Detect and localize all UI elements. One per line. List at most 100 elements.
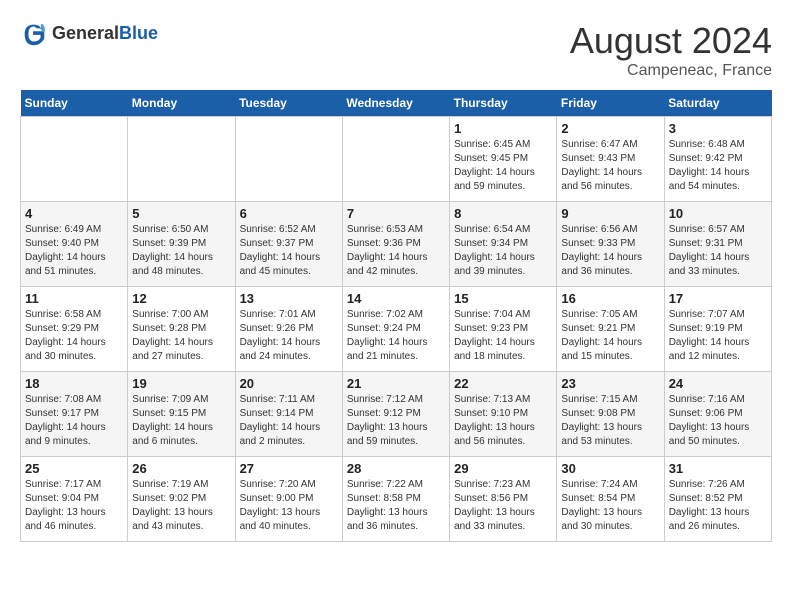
calendar-week-row: 11 Sunrise: 6:58 AM Sunset: 9:29 PM Dayli…: [21, 287, 772, 372]
day-number: 25: [25, 461, 123, 476]
calendar-cell: [128, 117, 235, 202]
day-number: 2: [561, 121, 659, 136]
day-number: 8: [454, 206, 552, 221]
day-info: Sunrise: 6:45 AM Sunset: 9:45 PM Dayligh…: [454, 138, 552, 194]
logo: GeneralBlue: [20, 20, 158, 48]
day-info: Sunrise: 7:11 AM Sunset: 9:14 PM Dayligh…: [240, 393, 338, 449]
day-number: 5: [132, 206, 230, 221]
calendar-cell: 3 Sunrise: 6:48 AM Sunset: 9:42 PM Daylig…: [664, 117, 771, 202]
calendar-cell: 26Sunrise: 7:19 AM Sunset: 9:02 PM Dayli…: [128, 457, 235, 542]
calendar-cell: 29 Sunrise: 7:23 AM Sunset: 8:56 PM Dayli…: [450, 457, 557, 542]
col-header-friday: Friday: [557, 90, 664, 117]
day-info: Sunrise: 7:24 AM Sunset: 8:54 PM Dayligh…: [561, 478, 659, 534]
calendar-cell: 18 Sunrise: 7:08 AM Sunset: 9:17 PM Dayli…: [21, 372, 128, 457]
day-info: Sunrise: 6:48 AM Sunset: 9:42 PM Dayligh…: [669, 138, 767, 194]
day-number: 24: [669, 376, 767, 391]
calendar-cell: 8 Sunrise: 6:54 AM Sunset: 9:34 PM Daylig…: [450, 202, 557, 287]
calendar-cell: 12Sunrise: 7:00 AM Sunset: 9:28 PM Dayli…: [128, 287, 235, 372]
day-info: Sunrise: 7:17 AM Sunset: 9:04 PM Dayligh…: [25, 478, 123, 534]
calendar-table: SundayMondayTuesdayWednesdayThursdayFrid…: [20, 90, 772, 542]
day-number: 13: [240, 291, 338, 306]
col-header-monday: Monday: [128, 90, 235, 117]
day-info: Sunrise: 7:13 AM Sunset: 9:10 PM Dayligh…: [454, 393, 552, 449]
day-number: 11: [25, 291, 123, 306]
day-info: Sunrise: 6:49 AM Sunset: 9:40 PM Dayligh…: [25, 223, 123, 279]
calendar-cell: 25 Sunrise: 7:17 AM Sunset: 9:04 PM Dayli…: [21, 457, 128, 542]
calendar-week-row: 25 Sunrise: 7:17 AM Sunset: 9:04 PM Dayli…: [21, 457, 772, 542]
calendar-cell: 20 Sunrise: 7:11 AM Sunset: 9:14 PM Dayli…: [235, 372, 342, 457]
calendar-header-row: SundayMondayTuesdayWednesdayThursdayFrid…: [21, 90, 772, 117]
month-title: August 2024: [570, 20, 772, 62]
day-info: Sunrise: 6:57 AM Sunset: 9:31 PM Dayligh…: [669, 223, 767, 279]
day-info: Sunrise: 6:47 AM Sunset: 9:43 PM Dayligh…: [561, 138, 659, 194]
day-info: Sunrise: 7:15 AM Sunset: 9:08 PM Dayligh…: [561, 393, 659, 449]
day-info: Sunrise: 6:58 AM Sunset: 9:29 PM Dayligh…: [25, 308, 123, 364]
day-info: Sunrise: 7:08 AM Sunset: 9:17 PM Dayligh…: [25, 393, 123, 449]
day-number: 20: [240, 376, 338, 391]
calendar-cell: 14 Sunrise: 7:02 AM Sunset: 9:24 PM Dayli…: [342, 287, 449, 372]
calendar-cell: 13Sunrise: 7:01 AM Sunset: 9:26 PM Dayli…: [235, 287, 342, 372]
calendar-cell: 16Sunrise: 7:05 AM Sunset: 9:21 PM Dayli…: [557, 287, 664, 372]
calendar-cell: [342, 117, 449, 202]
day-number: 19: [132, 376, 230, 391]
day-number: 31: [669, 461, 767, 476]
day-number: 7: [347, 206, 445, 221]
day-info: Sunrise: 6:56 AM Sunset: 9:33 PM Dayligh…: [561, 223, 659, 279]
col-header-thursday: Thursday: [450, 90, 557, 117]
day-info: Sunrise: 6:52 AM Sunset: 9:37 PM Dayligh…: [240, 223, 338, 279]
col-header-saturday: Saturday: [664, 90, 771, 117]
calendar-cell: [21, 117, 128, 202]
day-info: Sunrise: 7:12 AM Sunset: 9:12 PM Dayligh…: [347, 393, 445, 449]
day-info: Sunrise: 7:07 AM Sunset: 9:19 PM Dayligh…: [669, 308, 767, 364]
page-header: GeneralBlue August 2024 Campeneac, Franc…: [20, 20, 772, 80]
day-number: 1: [454, 121, 552, 136]
col-header-sunday: Sunday: [21, 90, 128, 117]
calendar-cell: 24 Sunrise: 7:16 AM Sunset: 9:06 PM Dayli…: [664, 372, 771, 457]
day-number: 30: [561, 461, 659, 476]
calendar-cell: 1 Sunrise: 6:45 AM Sunset: 9:45 PM Daylig…: [450, 117, 557, 202]
logo-icon: [20, 20, 48, 48]
location-subtitle: Campeneac, France: [570, 62, 772, 80]
day-number: 29: [454, 461, 552, 476]
day-number: 21: [347, 376, 445, 391]
day-info: Sunrise: 7:22 AM Sunset: 8:58 PM Dayligh…: [347, 478, 445, 534]
day-info: Sunrise: 6:53 AM Sunset: 9:36 PM Dayligh…: [347, 223, 445, 279]
calendar-cell: 31 Sunrise: 7:26 AM Sunset: 8:52 PM Dayli…: [664, 457, 771, 542]
col-header-wednesday: Wednesday: [342, 90, 449, 117]
calendar-cell: 9 Sunrise: 6:56 AM Sunset: 9:33 PM Daylig…: [557, 202, 664, 287]
calendar-week-row: 4 Sunrise: 6:49 AM Sunset: 9:40 PM Daylig…: [21, 202, 772, 287]
title-block: August 2024 Campeneac, France: [570, 20, 772, 80]
calendar-cell: 11 Sunrise: 6:58 AM Sunset: 9:29 PM Dayli…: [21, 287, 128, 372]
day-number: 9: [561, 206, 659, 221]
calendar-cell: 21 Sunrise: 7:12 AM Sunset: 9:12 PM Dayli…: [342, 372, 449, 457]
day-info: Sunrise: 7:19 AM Sunset: 9:02 PM Dayligh…: [132, 478, 230, 534]
day-number: 16: [561, 291, 659, 306]
day-number: 12: [132, 291, 230, 306]
calendar-cell: [235, 117, 342, 202]
day-number: 17: [669, 291, 767, 306]
col-header-tuesday: Tuesday: [235, 90, 342, 117]
calendar-week-row: 1 Sunrise: 6:45 AM Sunset: 9:45 PM Daylig…: [21, 117, 772, 202]
calendar-cell: 4 Sunrise: 6:49 AM Sunset: 9:40 PM Daylig…: [21, 202, 128, 287]
calendar-cell: 27Sunrise: 7:20 AM Sunset: 9:00 PM Dayli…: [235, 457, 342, 542]
day-number: 22: [454, 376, 552, 391]
day-info: Sunrise: 6:54 AM Sunset: 9:34 PM Dayligh…: [454, 223, 552, 279]
day-info: Sunrise: 7:16 AM Sunset: 9:06 PM Dayligh…: [669, 393, 767, 449]
day-info: Sunrise: 7:23 AM Sunset: 8:56 PM Dayligh…: [454, 478, 552, 534]
day-number: 10: [669, 206, 767, 221]
day-number: 14: [347, 291, 445, 306]
day-number: 23: [561, 376, 659, 391]
day-info: Sunrise: 7:02 AM Sunset: 9:24 PM Dayligh…: [347, 308, 445, 364]
day-info: Sunrise: 7:26 AM Sunset: 8:52 PM Dayligh…: [669, 478, 767, 534]
day-number: 27: [240, 461, 338, 476]
day-number: 15: [454, 291, 552, 306]
day-number: 4: [25, 206, 123, 221]
day-number: 18: [25, 376, 123, 391]
day-number: 6: [240, 206, 338, 221]
calendar-week-row: 18 Sunrise: 7:08 AM Sunset: 9:17 PM Dayli…: [21, 372, 772, 457]
calendar-cell: 2 Sunrise: 6:47 AM Sunset: 9:43 PM Daylig…: [557, 117, 664, 202]
calendar-cell: 10 Sunrise: 6:57 AM Sunset: 9:31 PM Dayli…: [664, 202, 771, 287]
day-number: 3: [669, 121, 767, 136]
calendar-cell: 17 Sunrise: 7:07 AM Sunset: 9:19 PM Dayli…: [664, 287, 771, 372]
calendar-cell: 22 Sunrise: 7:13 AM Sunset: 9:10 PM Dayli…: [450, 372, 557, 457]
